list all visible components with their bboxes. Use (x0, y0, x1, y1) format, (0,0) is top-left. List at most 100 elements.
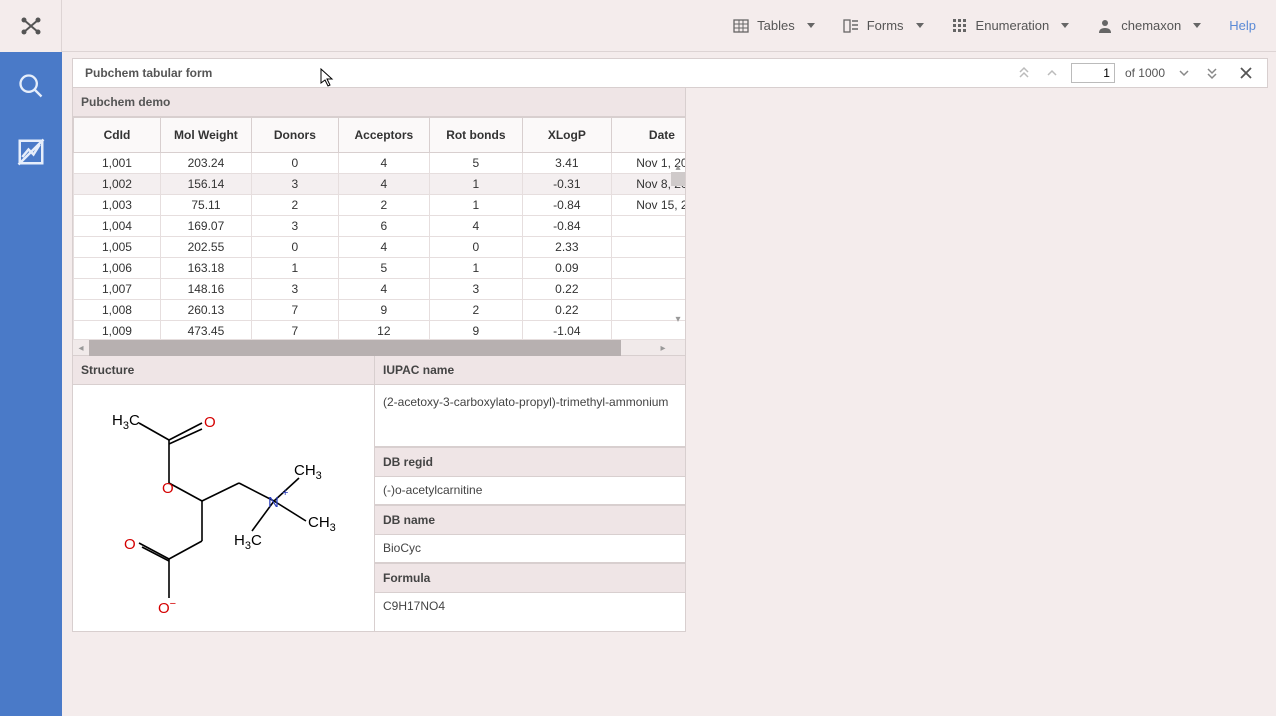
table-header-row: CdId Mol Weight Donors Acceptors Rot bon… (74, 118, 686, 153)
horizontal-scrollbar-thumb[interactable] (89, 340, 621, 356)
logo-container (0, 0, 62, 52)
cell-xlogp: 0.22 (522, 300, 611, 321)
grid-icon (952, 18, 968, 34)
cell-xlogp: -1.04 (522, 321, 611, 340)
svg-text:H3C: H3C (234, 532, 262, 552)
close-button[interactable] (1237, 64, 1255, 82)
col-xlogp[interactable]: XLogP (522, 118, 611, 153)
cell-mw: 163.18 (160, 258, 251, 279)
cell-cdid: 1,001 (74, 153, 161, 174)
cell-xlogp: 0.09 (522, 258, 611, 279)
panel-title: Pubchem demo (73, 88, 685, 117)
page-next-button[interactable] (1175, 64, 1193, 82)
table-row[interactable]: 1,007148.163430.22 (74, 279, 686, 300)
cell-rot: 1 (429, 195, 522, 216)
cell-cdid: 1,006 (74, 258, 161, 279)
data-panel: Pubchem demo CdId Mol Weight Donors Acce… (72, 88, 686, 632)
col-acceptors[interactable]: Acceptors (338, 118, 429, 153)
vertical-scrollbar-thumb[interactable] (671, 172, 685, 186)
iupac-value: (2-acetoxy-3-carboxylato-propyl)-trimeth… (375, 385, 685, 447)
cell-mw: 203.24 (160, 153, 251, 174)
cell-xlogp: 2.33 (522, 237, 611, 258)
scroll-right-arrow[interactable]: ▸ (655, 340, 671, 356)
chart-disabled-icon (16, 137, 46, 167)
menu-tables[interactable]: Tables (733, 18, 815, 34)
cell-donors: 0 (251, 237, 338, 258)
close-icon (1239, 66, 1253, 80)
cell-acceptors: 9 (338, 300, 429, 321)
scroll-up-arrow[interactable]: ▴ (673, 162, 683, 172)
cell-cdid: 1,002 (74, 174, 161, 195)
cell-acceptors: 4 (338, 153, 429, 174)
cell-acceptors: 12 (338, 321, 429, 340)
table-row[interactable]: 1,002156.14341-0.31Nov 8, 20 (74, 174, 686, 195)
sidebar (0, 52, 62, 716)
search-icon (17, 72, 45, 100)
structure-label: Structure (73, 356, 374, 385)
table-row[interactable]: 1,008260.137920.22 (74, 300, 686, 321)
col-donors[interactable]: Donors (251, 118, 338, 153)
menu-help[interactable]: Help (1229, 18, 1256, 33)
svg-text:H3C: H3C (112, 412, 140, 432)
caret-down-icon (916, 23, 924, 28)
page-input[interactable] (1071, 63, 1115, 83)
menu-user[interactable]: chemaxon (1097, 18, 1201, 34)
table-row[interactable]: 1,005202.550402.33 (74, 237, 686, 258)
svg-text:N: N (268, 494, 279, 511)
table-row[interactable]: 1,004169.07364-0.84 (74, 216, 686, 237)
sidebar-chart-button[interactable] (13, 134, 49, 170)
horizontal-scrollbar[interactable]: ◂ ▸ (73, 339, 685, 355)
cell-mw: 75.11 (160, 195, 251, 216)
col-date[interactable]: Date (611, 118, 685, 153)
svg-text:O: O (162, 480, 174, 497)
caret-down-icon (807, 23, 815, 28)
cell-xlogp: -0.31 (522, 174, 611, 195)
structure-diagram[interactable]: H3C O O CH3 CH3 H3C N + O O− (73, 385, 374, 631)
col-rot[interactable]: Rot bonds (429, 118, 522, 153)
cell-acceptors: 4 (338, 237, 429, 258)
cell-rot: 9 (429, 321, 522, 340)
table-row[interactable]: 1,001203.240453.41Nov 1, 20 (74, 153, 686, 174)
menu-enumeration-label: Enumeration (976, 18, 1050, 33)
table-row[interactable]: 1,006163.181510.09 (74, 258, 686, 279)
scroll-left-arrow[interactable]: ◂ (73, 340, 89, 356)
col-mw[interactable]: Mol Weight (160, 118, 251, 153)
svg-text:+: + (282, 487, 288, 499)
molecule-icon: H3C O O CH3 CH3 H3C N + O O− (94, 393, 354, 623)
menu-enumeration[interactable]: Enumeration (952, 18, 1070, 34)
cell-donors: 0 (251, 153, 338, 174)
page-total-label: of 1000 (1125, 66, 1165, 80)
page-prev-button[interactable] (1043, 64, 1061, 82)
app-logo-icon (19, 14, 43, 38)
cell-acceptors: 4 (338, 279, 429, 300)
scroll-down-arrow[interactable]: ▾ (673, 314, 683, 324)
chevron-up-icon (1045, 66, 1059, 80)
cell-rot: 5 (429, 153, 522, 174)
col-cdid[interactable]: CdId (74, 118, 161, 153)
paging-controls: of 1000 (1015, 63, 1255, 83)
info-column: IUPAC name (2-acetoxy-3-carboxylato-prop… (375, 356, 685, 631)
page-last-button[interactable] (1203, 64, 1221, 82)
sidebar-search-button[interactable] (13, 68, 49, 104)
formula-label: Formula (375, 563, 685, 593)
cell-mw: 156.14 (160, 174, 251, 195)
cell-xlogp: 0.22 (522, 279, 611, 300)
form-title: Pubchem tabular form (85, 66, 212, 80)
menu-help-label: Help (1229, 18, 1256, 33)
regid-label: DB regid (375, 447, 685, 477)
cell-mw: 148.16 (160, 279, 251, 300)
table-row[interactable]: 1,00375.11221-0.84Nov 15, 2 (74, 195, 686, 216)
double-chevron-up-icon (1017, 66, 1031, 80)
formula-value: C9H17NO4 (375, 593, 685, 621)
page-first-button[interactable] (1015, 64, 1033, 82)
cell-date (611, 237, 685, 258)
cell-cdid: 1,008 (74, 300, 161, 321)
cell-rot: 3 (429, 279, 522, 300)
menu-forms[interactable]: Forms (843, 18, 924, 34)
cell-acceptors: 4 (338, 174, 429, 195)
menu-tables-label: Tables (757, 18, 795, 33)
dbname-label: DB name (375, 505, 685, 535)
data-table: CdId Mol Weight Donors Acceptors Rot bon… (73, 117, 685, 339)
detail-area: Structure (73, 355, 685, 631)
table-row[interactable]: 1,009473.457129-1.04 (74, 321, 686, 340)
